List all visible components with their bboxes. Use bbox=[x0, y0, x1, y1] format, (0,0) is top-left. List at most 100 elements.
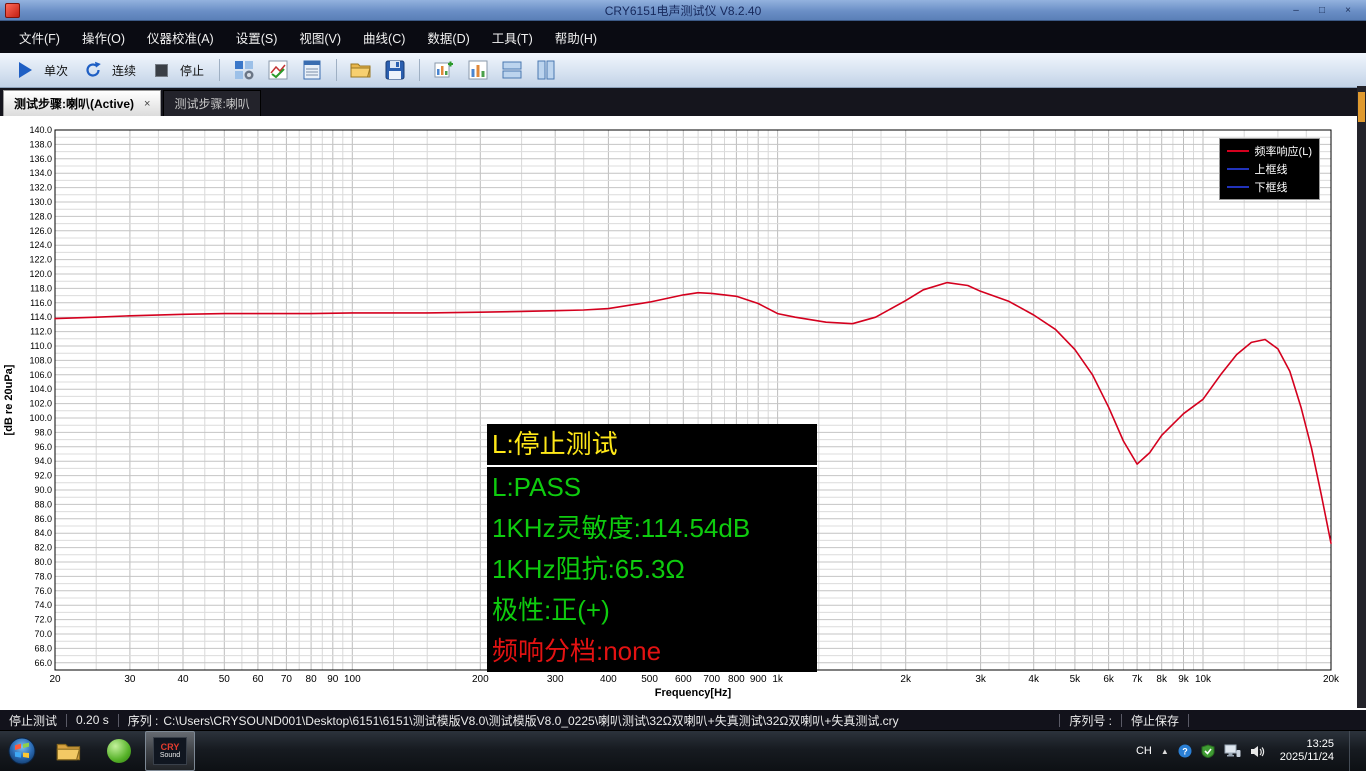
menu-help[interactable]: 帮助(H) bbox=[544, 20, 608, 55]
svg-text:110.0: 110.0 bbox=[30, 341, 52, 351]
menu-tools[interactable]: 工具(T) bbox=[481, 20, 544, 55]
add-chart-button[interactable] bbox=[428, 57, 460, 83]
menu-calibration[interactable]: 仪器校准(A) bbox=[136, 20, 225, 55]
settings-grid-icon bbox=[234, 60, 254, 80]
menu-view[interactable]: 视图(V) bbox=[288, 20, 352, 55]
svg-text:800: 800 bbox=[728, 674, 745, 685]
overlay-binning-line: 频响分档:none bbox=[487, 631, 817, 672]
cry-logo-text: CRY bbox=[161, 742, 180, 752]
status-state: 停止测试 bbox=[9, 712, 57, 729]
svg-text:?: ? bbox=[1182, 747, 1188, 757]
cry-logo-subtext: Sound bbox=[160, 752, 180, 760]
svg-text:900: 900 bbox=[750, 674, 767, 685]
menu-settings[interactable]: 设置(S) bbox=[225, 20, 289, 55]
tab-close-icon[interactable]: × bbox=[144, 98, 150, 110]
svg-text:90: 90 bbox=[327, 674, 339, 685]
svg-text:600: 600 bbox=[675, 674, 692, 685]
stop-icon bbox=[155, 64, 168, 77]
status-separator bbox=[118, 714, 119, 727]
toolbar-separator bbox=[419, 59, 420, 81]
save-icon bbox=[385, 60, 405, 80]
menu-curve[interactable]: 曲线(C) bbox=[352, 20, 416, 55]
menu-bar: 文件(F) 操作(O) 仪器校准(A) 设置(S) 视图(V) 曲线(C) 数据… bbox=[0, 21, 1366, 53]
open-file-button[interactable] bbox=[345, 57, 377, 83]
svg-text:86.0: 86.0 bbox=[34, 514, 52, 524]
svg-text:74.0: 74.0 bbox=[34, 600, 52, 610]
svg-text:200: 200 bbox=[472, 674, 489, 685]
tab-bar: 测试步骤:喇叭(Active) × 测试步骤:喇叭 bbox=[0, 88, 1366, 116]
menu-file[interactable]: 文件(F) bbox=[8, 20, 71, 55]
status-save-state: 停止保存 bbox=[1131, 712, 1179, 729]
volume-tray-icon[interactable] bbox=[1250, 745, 1266, 758]
tab-test-step[interactable]: 测试步骤:喇叭 bbox=[163, 90, 260, 116]
save-file-button[interactable] bbox=[379, 57, 411, 83]
legend-item-frequency-response: 频率响应(L) bbox=[1227, 142, 1312, 160]
svg-text:500: 500 bbox=[641, 674, 658, 685]
overlay-sensitivity-line: 1KHz灵敏度:114.54dB bbox=[487, 508, 817, 549]
svg-text:116.0: 116.0 bbox=[30, 298, 52, 308]
security-tray-icon[interactable] bbox=[1201, 744, 1215, 758]
svg-text:6k: 6k bbox=[1103, 674, 1115, 685]
status-bar: 停止测试 0.20 s 序列 : C:\Users\CRYSOUND001\De… bbox=[0, 710, 1366, 730]
overlay-status-line: L:停止测试 bbox=[487, 424, 817, 467]
svg-text:68.0: 68.0 bbox=[34, 643, 52, 653]
run-single-button[interactable] bbox=[9, 57, 41, 83]
overlay-polarity-line: 极性:正(+) bbox=[487, 590, 817, 631]
status-separator bbox=[66, 714, 67, 727]
svg-text:5k: 5k bbox=[1070, 674, 1082, 685]
explorer-taskbar-button[interactable] bbox=[45, 732, 93, 770]
svg-text:40: 40 bbox=[177, 674, 189, 685]
svg-text:126.0: 126.0 bbox=[29, 226, 52, 236]
run-continuous-button[interactable] bbox=[77, 57, 109, 83]
svg-text:130.0: 130.0 bbox=[29, 197, 52, 207]
svg-text:80.0: 80.0 bbox=[34, 557, 52, 567]
right-scrollbar bbox=[1357, 86, 1366, 708]
stop-button[interactable] bbox=[145, 57, 177, 83]
browser-taskbar-button[interactable] bbox=[95, 732, 143, 770]
green-app-icon bbox=[107, 739, 131, 763]
window-controls: – □ × bbox=[1283, 3, 1366, 18]
close-button[interactable]: × bbox=[1335, 3, 1361, 18]
legend-label: 频率响应(L) bbox=[1255, 143, 1312, 159]
svg-text:138.0: 138.0 bbox=[29, 139, 52, 149]
menu-operate[interactable]: 操作(O) bbox=[71, 20, 136, 55]
bar-chart-button[interactable] bbox=[462, 57, 494, 83]
svg-text:92.0: 92.0 bbox=[34, 471, 52, 481]
run-single-label: 单次 bbox=[44, 62, 68, 79]
taskbar-clock[interactable]: 13:25 2025/11/24 bbox=[1280, 738, 1334, 764]
play-icon bbox=[19, 62, 32, 78]
help-tray-icon[interactable]: ? bbox=[1178, 744, 1192, 758]
report-button[interactable] bbox=[296, 57, 328, 83]
start-button[interactable] bbox=[0, 731, 44, 771]
svg-text:96.0: 96.0 bbox=[34, 442, 52, 452]
legend-label: 上框线 bbox=[1255, 161, 1288, 177]
curve-settings-button[interactable] bbox=[262, 57, 294, 83]
svg-text:50: 50 bbox=[219, 674, 231, 685]
toolbar-separator bbox=[336, 59, 337, 81]
network-tray-icon[interactable] bbox=[1224, 744, 1241, 758]
hidden-icons-chevron-icon[interactable]: ▲ bbox=[1161, 747, 1169, 756]
status-separator bbox=[1188, 714, 1189, 727]
curve-check-icon bbox=[268, 60, 288, 80]
maximize-button[interactable]: □ bbox=[1309, 3, 1335, 18]
svg-text:30: 30 bbox=[124, 674, 136, 685]
scrollbar-thumb[interactable] bbox=[1358, 92, 1365, 122]
svg-text:300: 300 bbox=[547, 674, 564, 685]
status-separator bbox=[1121, 714, 1122, 727]
toolbar: 单次 连续 停止 bbox=[0, 53, 1366, 88]
language-indicator[interactable]: CH bbox=[1136, 745, 1152, 757]
open-folder-icon bbox=[350, 61, 372, 79]
window-title: CRY6151电声测试仪 V8.2.40 bbox=[0, 2, 1366, 19]
svg-text:106.0: 106.0 bbox=[29, 370, 52, 380]
svg-text:1k: 1k bbox=[772, 674, 784, 685]
split-horizontal-icon bbox=[502, 60, 522, 80]
tab-test-step-active[interactable]: 测试步骤:喇叭(Active) × bbox=[3, 90, 161, 116]
minimize-button[interactable]: – bbox=[1283, 3, 1309, 18]
menu-data[interactable]: 数据(D) bbox=[416, 20, 480, 55]
test-settings-button[interactable] bbox=[228, 57, 260, 83]
cry-sound-taskbar-button[interactable]: CRY Sound bbox=[145, 731, 195, 771]
split-horizontal-button[interactable] bbox=[496, 57, 528, 83]
show-desktop-button[interactable] bbox=[1349, 731, 1362, 771]
svg-text:84.0: 84.0 bbox=[34, 528, 52, 538]
split-vertical-button[interactable] bbox=[530, 57, 562, 83]
